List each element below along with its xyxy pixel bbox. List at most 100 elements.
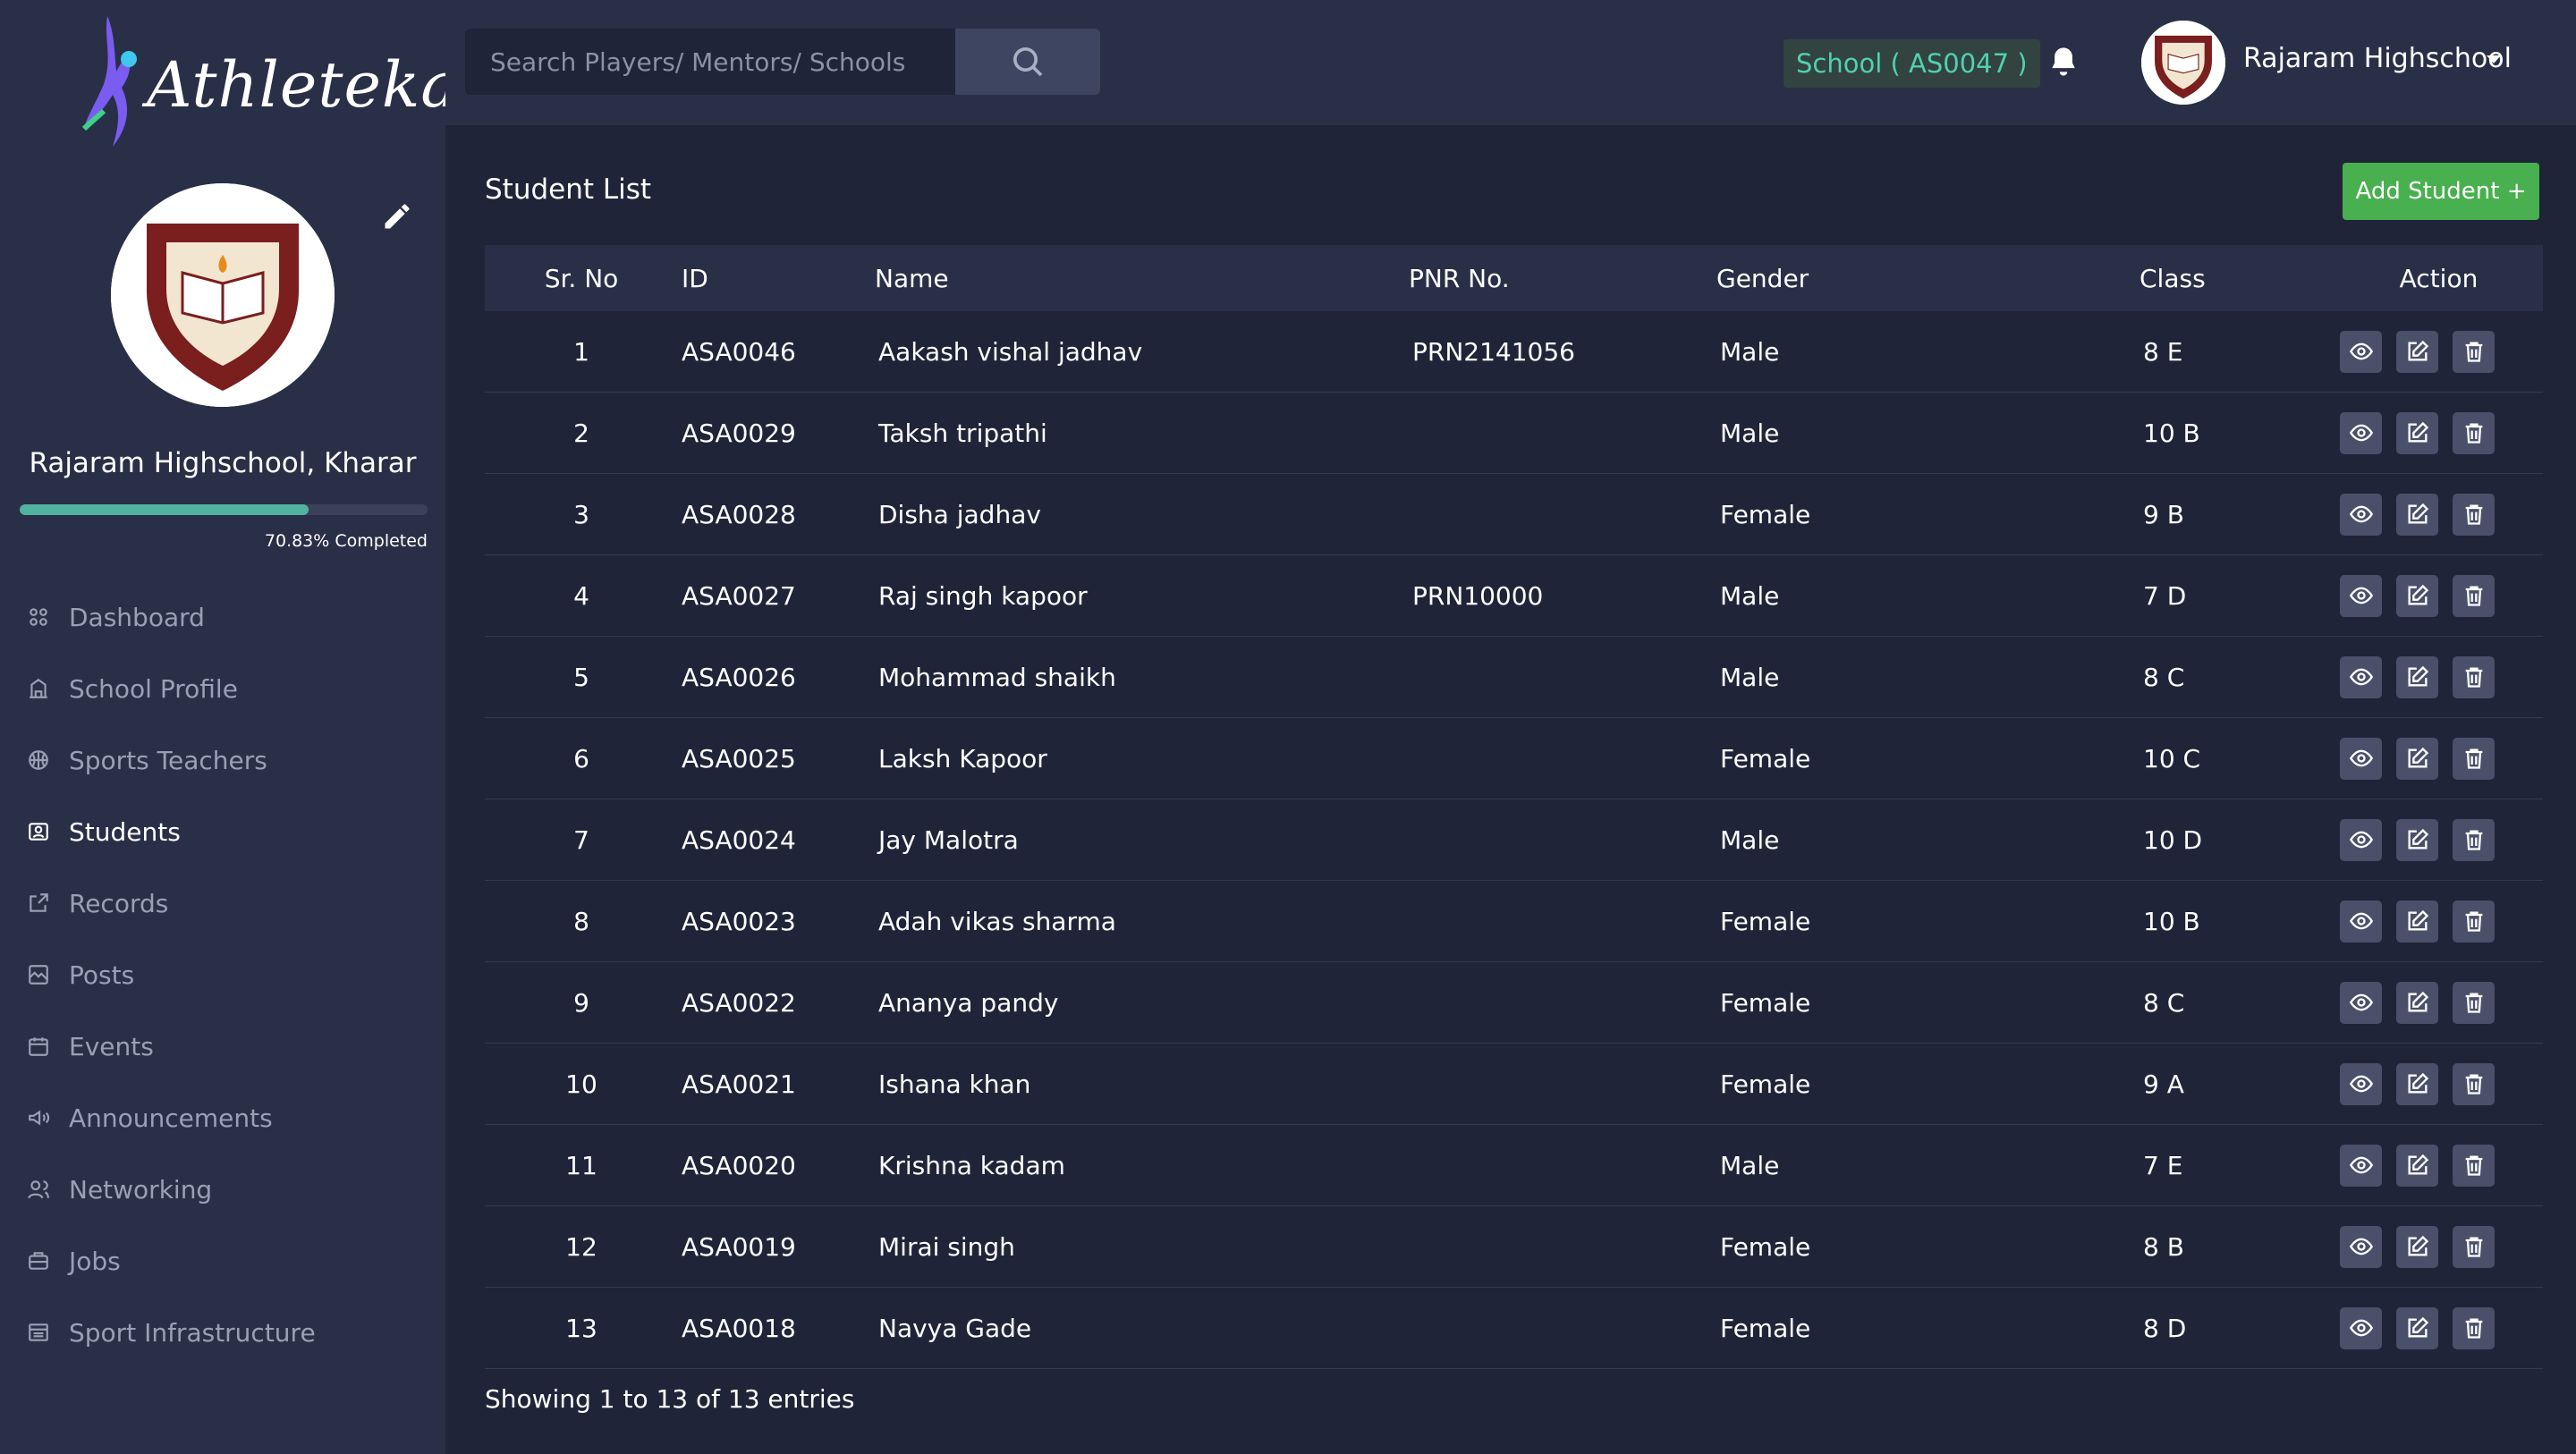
delete-button[interactable] [2453,330,2495,373]
gender-value: Female [1720,987,1811,1018]
column-header-name[interactable]: Name [875,245,1409,311]
edit-button[interactable] [2396,1225,2438,1268]
delete-button[interactable] [2453,493,2495,536]
delete-button[interactable] [2453,1306,2495,1349]
edit-button[interactable] [2396,737,2438,780]
user-avatar[interactable] [2141,21,2225,105]
gender-value: Female [1720,743,1811,773]
column-header-class[interactable]: Class [2140,245,2334,311]
column-header-gender[interactable]: Gender [1716,245,2140,311]
pnr-number [1409,988,1412,1018]
view-button[interactable] [2340,818,2382,861]
column-header-sr-no[interactable]: Sr. No [485,245,678,311]
edit-button[interactable] [2396,493,2438,536]
edit-button[interactable] [2396,1306,2438,1349]
edit-button[interactable] [2396,1144,2438,1187]
view-button[interactable] [2340,411,2382,454]
edit-button[interactable] [2396,330,2438,373]
edit-button[interactable] [2396,574,2438,617]
edit-button[interactable] [2396,655,2438,698]
delete-button[interactable] [2453,1225,2495,1268]
trash-icon [2462,1071,2487,1096]
delete-button[interactable] [2453,1144,2495,1187]
edit-button[interactable] [2396,411,2438,454]
sidebar-item-events[interactable]: Events [0,1010,445,1082]
cell-actions [2334,311,2543,393]
chevron-down-icon[interactable] [2487,55,2501,63]
view-button[interactable] [2340,1225,2382,1268]
student-name: Krishna kadam [878,1150,1065,1180]
sidebar-item-dashboard[interactable]: Dashboard [0,581,445,653]
edit-profile-icon[interactable] [381,200,413,232]
row-actions [2334,900,2543,943]
table-row: 12 ASA0019 Mirai singh Female 8 B [485,1205,2543,1288]
delete-button[interactable] [2453,655,2495,698]
school-crest-icon [2141,21,2225,105]
view-button[interactable] [2340,1062,2382,1105]
cell-actions [2334,473,2543,555]
cell-sr-no: 3 [485,473,678,555]
cell-sr-no: 2 [485,392,678,474]
delete-button[interactable] [2453,737,2495,780]
sidebar-item-students[interactable]: Students [0,796,445,867]
view-button[interactable] [2340,981,2382,1024]
add-student-button[interactable]: Add Student + [2343,163,2539,220]
cell-id: ASA0029 [678,392,875,474]
row-actions [2334,655,2543,698]
sidebar-item-posts[interactable]: Posts [0,939,445,1010]
edit-button[interactable] [2396,818,2438,861]
view-button[interactable] [2340,900,2382,943]
cell-id: ASA0018 [678,1287,875,1369]
delete-button[interactable] [2453,1062,2495,1105]
sidebar-item-sports-teachers[interactable]: Sports Teachers [0,724,445,796]
view-button[interactable] [2340,574,2382,617]
view-button[interactable] [2340,655,2382,698]
search-input[interactable] [465,29,955,95]
student-table: Sr. No ID Name PNR No. Gender Class Acti… [485,245,2543,1369]
delete-button[interactable] [2453,981,2495,1024]
sidebar-nav: Dashboard School Profile Sports Teachers… [0,581,445,1368]
column-header-id[interactable]: ID [678,245,875,311]
cell-pnr [1409,1205,1716,1288]
pnr-number [1409,744,1412,773]
view-button[interactable] [2340,737,2382,780]
edit-button[interactable] [2396,1062,2438,1105]
delete-button[interactable] [2453,900,2495,943]
cell-id: ASA0026 [678,636,875,718]
class-value: 10 B [2143,418,2200,448]
column-header-pnr[interactable]: PNR No. [1409,245,1716,311]
delete-button[interactable] [2453,411,2495,454]
view-button[interactable] [2340,1144,2382,1187]
student-name: Ishana khan [878,1069,1031,1099]
view-button[interactable] [2340,1306,2382,1349]
sidebar-item-networking[interactable]: Networking [0,1154,445,1225]
cell-sr-no: 5 [485,636,678,718]
cell-class: 10 B [2140,880,2334,962]
view-button[interactable] [2340,330,2382,373]
view-button[interactable] [2340,493,2382,536]
delete-button[interactable] [2453,818,2495,861]
trash-icon [2462,664,2487,689]
sidebar-item-announcements[interactable]: Announcements [0,1082,445,1154]
sidebar-item-jobs[interactable]: Jobs [0,1225,445,1297]
cell-class: 8 C [2140,636,2334,718]
search-button[interactable] [955,29,1100,95]
logo-text: Athletekar [147,48,490,122]
sidebar-item-records[interactable]: Records [0,867,445,939]
sidebar-item-label: Posts [69,959,135,990]
athletekar-logo[interactable]: Athletekar [77,13,489,156]
user-name-dropdown[interactable]: Rajaram Highschool [2243,43,2512,74]
edit-button[interactable] [2396,900,2438,943]
sidebar-item-sport-infrastructure[interactable]: Sport Infrastructure [0,1297,445,1368]
notification-bell-icon[interactable] [2048,45,2079,79]
school-crest-icon [111,183,335,407]
cell-class: 8 D [2140,1287,2334,1369]
cell-name: Ishana khan [875,1043,1409,1125]
cell-actions [2334,392,2543,474]
edit-button[interactable] [2396,981,2438,1024]
delete-button[interactable] [2453,574,2495,617]
student-id-icon [27,820,50,843]
profile-progress-bar [20,504,428,515]
sidebar-item-school-profile[interactable]: School Profile [0,653,445,724]
table-row: 13 ASA0018 Navya Gade Female 8 D [485,1287,2543,1369]
